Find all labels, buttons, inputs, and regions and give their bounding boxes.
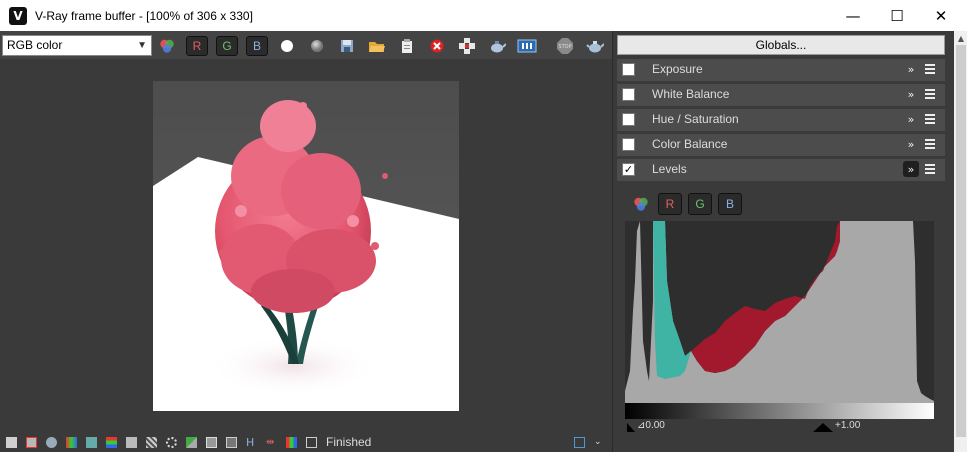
expand-icon[interactable]: » bbox=[903, 86, 919, 102]
levels-histogram[interactable] bbox=[625, 221, 934, 403]
expand-icon[interactable]: » bbox=[903, 136, 919, 152]
exposure-icon[interactable] bbox=[186, 437, 197, 448]
levels-gradient-bar bbox=[625, 403, 934, 419]
row-color-balance[interactable]: Color Balance » bbox=[617, 134, 945, 156]
expand-icon[interactable]: » bbox=[903, 61, 919, 77]
row-label: White Balance bbox=[652, 87, 730, 101]
exposure-checkbox[interactable] bbox=[622, 63, 635, 76]
row-label: Exposure bbox=[652, 62, 703, 76]
row-exposure[interactable]: Exposure » bbox=[617, 59, 945, 81]
menu-icon[interactable] bbox=[925, 136, 941, 152]
maximize-button[interactable]: ☐ bbox=[874, 0, 920, 31]
info-icon[interactable] bbox=[46, 437, 57, 448]
white-point-handle[interactable] bbox=[813, 423, 833, 432]
menu-icon[interactable] bbox=[925, 161, 941, 177]
color-channels-icon[interactable] bbox=[156, 36, 178, 56]
rendered-image bbox=[153, 81, 459, 411]
levels-editor: R G B ⊿0.00 +1.00 bbox=[617, 183, 945, 448]
minimize-button[interactable]: — bbox=[830, 0, 876, 31]
app-logo-icon: V bbox=[9, 6, 27, 25]
levels-blue-button[interactable]: B bbox=[718, 193, 742, 215]
menu-icon[interactable] bbox=[925, 86, 941, 102]
white-balance-checkbox[interactable] bbox=[622, 88, 635, 101]
render-view[interactable] bbox=[0, 59, 612, 433]
status-text: Finished bbox=[326, 435, 372, 449]
hsl-icon[interactable] bbox=[86, 437, 97, 448]
white-point-value: +1.00 bbox=[835, 420, 861, 431]
red-channel-button[interactable]: R bbox=[186, 36, 208, 56]
compare-icon[interactable]: ⇹ bbox=[266, 437, 277, 448]
channels-icon[interactable] bbox=[286, 437, 297, 448]
toolbar: RGB color ▼ R G B STOP bbox=[0, 31, 612, 59]
window-title: V-Ray frame buffer - [100% of 306 x 330] bbox=[35, 8, 253, 23]
collapse-icon[interactable]: » bbox=[903, 161, 919, 177]
blue-channel-button[interactable]: B bbox=[246, 36, 268, 56]
save-icon[interactable] bbox=[336, 36, 358, 56]
circle-white-icon[interactable] bbox=[276, 36, 298, 56]
pixel-aspect-icon[interactable] bbox=[306, 437, 317, 448]
background-image-icon[interactable] bbox=[206, 437, 217, 448]
row-white-balance[interactable]: White Balance » bbox=[617, 84, 945, 106]
history-icon[interactable] bbox=[26, 437, 37, 448]
menu-icon[interactable] bbox=[925, 61, 941, 77]
globals-button[interactable]: Globals... bbox=[617, 35, 945, 55]
clipboard-icon[interactable] bbox=[396, 36, 418, 56]
color-correction-icon[interactable] bbox=[66, 437, 77, 448]
row-levels[interactable]: ✓ Levels » bbox=[617, 159, 945, 181]
status-bar: H ⇹ Finished ⌄ bbox=[0, 433, 612, 452]
levels-green-button[interactable]: G bbox=[688, 193, 712, 215]
lut-icon[interactable] bbox=[226, 437, 237, 448]
expand-icon[interactable]: » bbox=[903, 111, 919, 127]
channel-select[interactable]: RGB color ▼ bbox=[2, 35, 152, 56]
chevron-down-icon[interactable]: ⌄ bbox=[594, 437, 605, 448]
render-teapot-icon[interactable] bbox=[584, 36, 606, 56]
menu-icon[interactable] bbox=[925, 111, 941, 127]
curves-icon[interactable] bbox=[146, 437, 157, 448]
black-point-value: ⊿0.00 bbox=[637, 420, 665, 431]
color-balance-icon[interactable] bbox=[106, 437, 117, 448]
teapot-render-icon[interactable] bbox=[486, 36, 508, 56]
levels-checkbox[interactable]: ✓ bbox=[622, 163, 635, 176]
color-corrections-panel: Globals... Exposure » White Balance » Hu… bbox=[612, 31, 967, 452]
stop-icon[interactable]: STOP bbox=[554, 36, 576, 56]
vfb-window: V V-Ray frame buffer - [100% of 306 x 33… bbox=[0, 0, 967, 452]
display-icon[interactable] bbox=[6, 437, 17, 448]
region-render-icon[interactable] bbox=[456, 36, 478, 56]
close-button[interactable]: ✕ bbox=[918, 0, 964, 31]
black-point-handle[interactable] bbox=[627, 423, 635, 432]
clear-icon[interactable] bbox=[426, 36, 448, 56]
green-channel-button[interactable]: G bbox=[216, 36, 238, 56]
scroll-thumb[interactable] bbox=[956, 45, 966, 437]
lens-effects-icon[interactable] bbox=[516, 36, 538, 56]
histogram-icon[interactable] bbox=[126, 437, 137, 448]
row-label: Color Balance bbox=[652, 137, 728, 151]
panel-scrollbar[interactable]: ▲ bbox=[954, 31, 967, 452]
scroll-up-icon[interactable]: ▲ bbox=[954, 31, 967, 45]
hue-saturation-checkbox[interactable] bbox=[622, 113, 635, 126]
row-hue-saturation[interactable]: Hue / Saturation » bbox=[617, 109, 945, 131]
svg-text:STOP: STOP bbox=[558, 44, 571, 50]
circle-gray-icon[interactable] bbox=[306, 36, 328, 56]
panel-toggle-icon[interactable] bbox=[574, 437, 585, 448]
lens-icon[interactable] bbox=[166, 437, 177, 448]
row-label: Levels bbox=[652, 162, 687, 176]
chevron-down-icon: ▼ bbox=[137, 40, 147, 51]
h-icon[interactable]: H bbox=[246, 437, 257, 448]
color-balance-checkbox[interactable] bbox=[622, 138, 635, 151]
title-bar: V V-Ray frame buffer - [100% of 306 x 33… bbox=[0, 0, 967, 31]
color-channels-icon[interactable] bbox=[629, 193, 653, 215]
open-folder-icon[interactable] bbox=[366, 36, 388, 56]
row-label: Hue / Saturation bbox=[652, 112, 739, 126]
levels-red-button[interactable]: R bbox=[658, 193, 682, 215]
channel-select-value: RGB color bbox=[7, 38, 63, 52]
